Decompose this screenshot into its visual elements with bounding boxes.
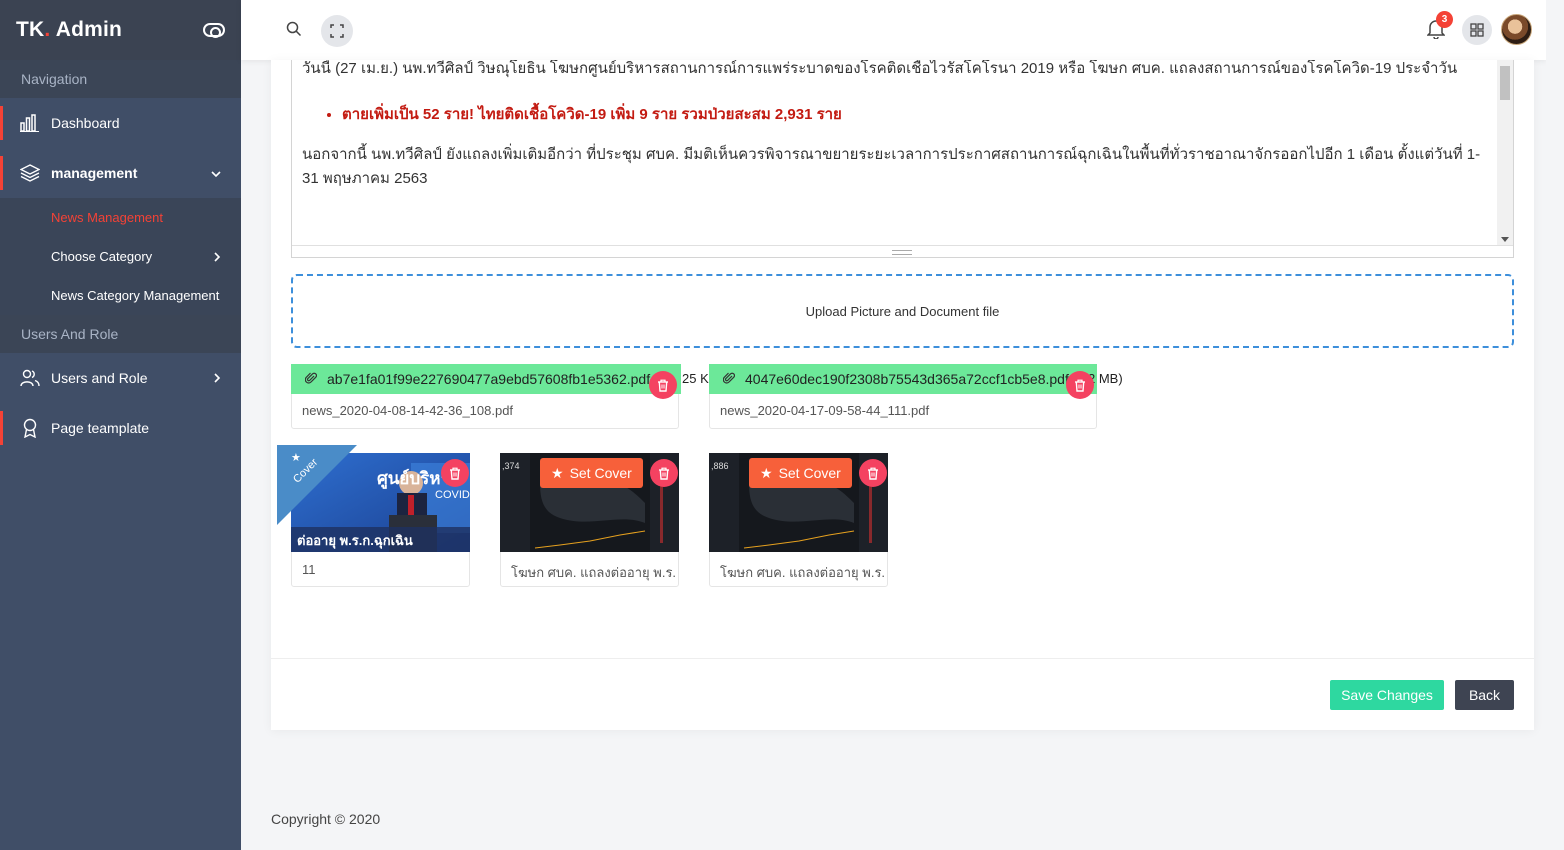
file-hash-name[interactable]: ab7e1fa01f99e227690477a9ebd57608fb1e5362… [327,371,650,387]
editor-resize-handle[interactable] [292,245,1513,257]
file-header: ab7e1fa01f99e227690477a9ebd57608fb1e5362… [291,364,681,394]
top-header: 3 [241,0,1546,60]
sidebar: TK. Admin Navigation Dashboard managemen… [0,0,241,850]
image-caption: 11 [302,562,316,577]
chevron-right-icon [214,370,221,386]
fullscreen-button[interactable] [321,15,353,47]
thumb-overlay-text: ,886 [711,461,729,471]
set-cover-button[interactable]: ★ Set Cover [540,458,643,488]
file-size: 25 KI [682,371,713,386]
award-icon [20,418,40,438]
sidebar-item-users-role[interactable]: Users and Role [0,353,241,403]
save-changes-button[interactable]: Save Changes [1330,680,1444,710]
thumb-overlay-text: ต่ออายุ พ.ร.ก.ฉุกเฉิน [297,533,413,548]
file-hash-name[interactable]: 4047e60dec190f2308b75543d365a72ccf1cb5e8… [745,371,1069,387]
back-button[interactable]: Back [1455,680,1514,710]
editor-bullet-list: ตายเพิ่มเป็น 52 ราย! ไทยติดเชื้อโควิด-19… [342,103,1483,127]
set-cover-label: Set Cover [778,465,841,481]
image-card: ศูนย์บริหา COVID ต่ออายุ พ.ร.ก.ฉุกเฉิน ★… [277,445,470,587]
file-card: ab7e1fa01f99e227690477a9ebd57608fb1e5362… [291,364,712,429]
sidebar-item-label: Dashboard [51,115,120,131]
star-icon: ★ [291,452,301,464]
trash-icon [658,379,668,392]
set-cover-label: Set Cover [569,465,632,481]
editor-bullet-item: ตายเพิ่มเป็น 52 ราย! ไทยติดเชื้อโควิด-19… [342,103,1483,127]
thumb-overlay-text: COVID [435,489,470,501]
layers-icon [20,163,40,183]
rich-text-editor[interactable]: วันนี้ (27 เม.ย.) นพ.ทวีศิลป์ วิษณุโยธิน… [291,60,1514,258]
file-header: 4047e60dec190f2308b75543d365a72ccf1cb5e8… [709,364,1097,394]
image-caption: โฆษก ศบค. แถลงต่ออายุ พ.ร. [720,565,886,580]
management-submenu: News Management Choose Category News Cat… [0,198,241,315]
search-icon[interactable] [286,21,302,42]
star-icon: ★ [551,464,564,481]
delete-file-button[interactable] [649,371,677,399]
trash-icon [1075,379,1085,392]
sidebar-item-dashboard[interactable]: Dashboard [0,98,241,148]
delete-image-button[interactable] [859,459,887,487]
sidebar-subitem-news-category-management[interactable]: News Category Management [0,276,241,315]
scrollbar-thumb[interactable] [1500,66,1510,100]
file-card: 4047e60dec190f2308b75543d365a72ccf1cb5e8… [709,364,1123,429]
sidebar-item-management[interactable]: management [0,148,241,198]
sidebar-item-label: Users and Role [51,370,148,386]
chevron-down-icon [211,165,221,181]
file-name: news_2020-04-08-14-42-36_108.pdf [302,403,514,418]
thumb-overlay-text: ,374 [502,461,520,471]
users-icon [20,368,40,388]
delete-image-button[interactable] [650,459,678,487]
brand-bar: TK. Admin [0,0,241,60]
sidebar-item-label: Page teamplate [51,420,150,436]
sidebar-subitem-news-management[interactable]: News Management [0,198,241,237]
copyright-text: Copyright © 2020 [271,811,381,827]
star-icon: ★ [760,464,773,481]
grid-icon [1470,23,1484,37]
image-card: ,374 ★ Set Cover โฆษก ศบค. แถลงต่ออายุ พ… [500,453,679,587]
sidebar-item-page-template[interactable]: Page teamplate [0,403,241,453]
cover-ribbon: ★ Cover [277,445,357,525]
notification-badge: 3 [1436,11,1453,28]
sidebar-toggle-icon[interactable] [203,23,225,38]
page-scrollbar[interactable] [1546,0,1564,850]
sidebar-subitem-choose-category[interactable]: Choose Category [0,237,241,276]
avatar[interactable] [1501,14,1532,45]
brand-logo[interactable]: TK. Admin [16,18,122,42]
file-name: news_2020-04-17-09-58-44_111.pdf [720,403,930,418]
sidebar-item-label: management [51,165,138,181]
trash-icon [868,467,878,480]
apps-button[interactable] [1462,15,1492,45]
scroll-down-arrow-icon[interactable] [1501,237,1509,242]
card-divider [271,658,1534,659]
paperclip-icon [304,371,318,388]
upload-dropzone[interactable]: Upload Picture and Document file [291,274,1514,348]
thumb-overlay-text: ศูนย์บริหา [377,469,451,488]
editor-content[interactable]: วันนี้ (27 เม.ย.) นพ.ทวีศิลป์ วิษณุโยธิน… [292,60,1513,191]
delete-image-button[interactable] [441,459,469,487]
set-cover-button[interactable]: ★ Set Cover [749,458,852,488]
bar-chart-icon [20,113,40,133]
delete-file-button[interactable] [1066,371,1094,399]
maximize-icon [330,24,344,38]
news-edit-card: วันนี้ (27 เม.ย.) นพ.ทวีศิลป์ วิษณุโยธิน… [271,60,1534,730]
paperclip-icon [722,371,736,388]
chevron-right-icon [214,249,221,265]
editor-scrollbar[interactable] [1497,60,1513,246]
trash-icon [450,467,460,480]
image-card: ,886 ★ Set Cover โฆษก ศบค. แถลงต่ออายุ พ… [709,453,888,587]
sidebar-subitem-label: Choose Category [51,249,153,264]
nav-caption-users: Users And Role [0,315,241,353]
editor-paragraph: วันนี้ (27 เม.ย.) นพ.ทวีศิลป์ วิษณุโยธิน… [302,60,1458,77]
nav-caption-navigation: Navigation [0,60,241,98]
editor-paragraph: นอกจากนี้ นพ.ทวีศิลป์ ยังแถลงเพิ่มเติมอี… [302,146,1481,187]
trash-icon [659,467,669,480]
image-caption: โฆษก ศบค. แถลงต่ออายุ พ.ร. [511,565,677,580]
